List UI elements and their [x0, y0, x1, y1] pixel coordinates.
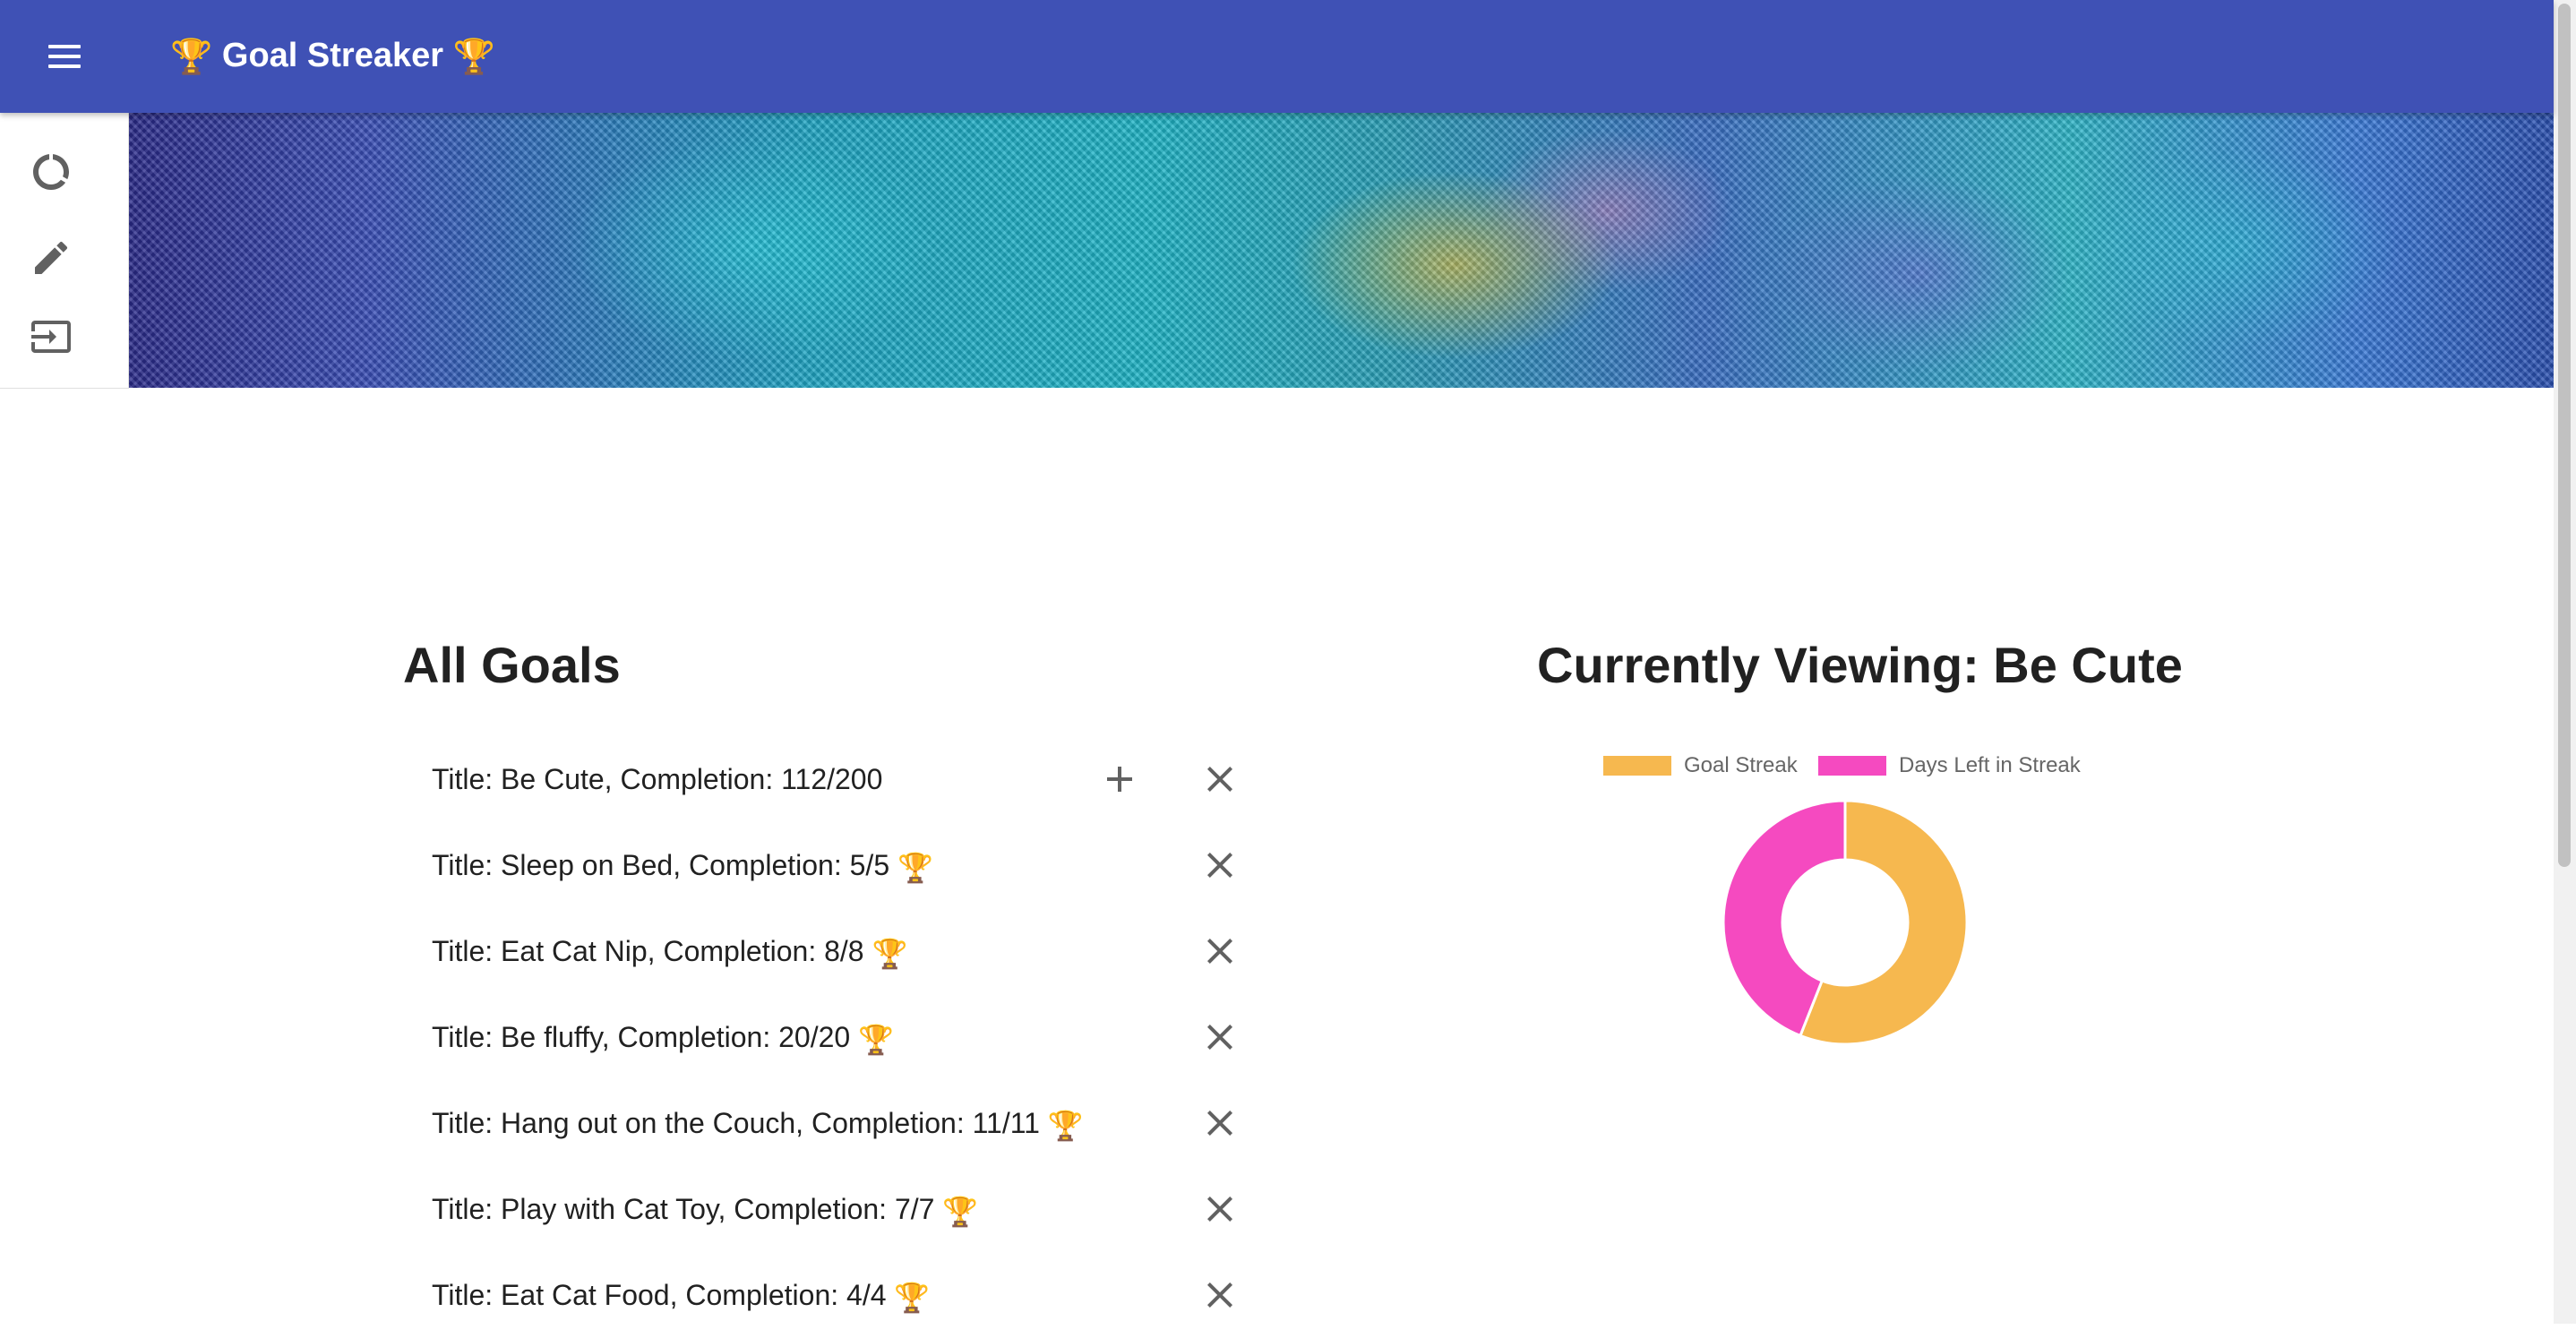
goal-row[interactable]: Title: Play with Cat Toy, Completion: 7/…: [399, 1166, 1259, 1252]
add-progress-button[interactable]: [1098, 758, 1141, 801]
app-title: 🏆 Goal Streaker 🏆: [170, 30, 495, 81]
trophy-icon: 🏆: [872, 937, 908, 970]
currently-viewing-heading: Currently Viewing: Be Cute: [1537, 637, 2183, 693]
delete-goal-button[interactable]: [1198, 930, 1241, 973]
goal-row[interactable]: Title: Be Cute, Completion: 112/200: [399, 736, 1259, 822]
goal-label: Title: Eat Cat Nip, Completion: 8/8: [432, 935, 864, 967]
trophy-icon: 🏆: [897, 851, 933, 884]
goal-row[interactable]: Title: Eat Cat Nip, Completion: 8/8 🏆: [399, 908, 1259, 994]
sidebar: [0, 113, 129, 389]
goal-label: Title: Hang out on the Couch, Completion…: [432, 1107, 1040, 1139]
trophy-icon: 🏆: [942, 1195, 979, 1228]
goal-row[interactable]: Title: Sleep on Bed, Completion: 5/5 🏆: [399, 822, 1259, 908]
goal-text: Title: Sleep on Bed, Completion: 5/5 🏆: [432, 847, 933, 884]
trophy-icon: 🏆: [170, 38, 213, 76]
progress-circle-icon[interactable]: [30, 150, 73, 193]
goal-text: Title: Eat Cat Food, Completion: 4/4 🏆: [432, 1277, 931, 1314]
goal-row[interactable]: Title: Eat Cat Food, Completion: 4/4 🏆: [399, 1252, 1259, 1338]
delete-goal-button[interactable]: [1198, 1188, 1241, 1231]
trophy-icon: 🏆: [1047, 1109, 1084, 1142]
legend-swatch: [1818, 756, 1886, 776]
scrollbar-thumb[interactable]: [2558, 4, 2571, 867]
goal-label: Title: Sleep on Bed, Completion: 5/5: [432, 849, 890, 881]
trophy-icon: 🏆: [858, 1023, 894, 1056]
app-title-text: Goal Streaker: [221, 37, 444, 74]
legend-label: Goal Streak: [1684, 753, 1798, 777]
goal-label: Title: Eat Cat Food, Completion: 4/4: [432, 1279, 887, 1311]
logout-icon[interactable]: [30, 315, 73, 358]
delete-goal-button[interactable]: [1198, 1102, 1241, 1145]
legend-label: Days Left in Streak: [1899, 753, 2081, 777]
delete-goal-button[interactable]: [1198, 1016, 1241, 1059]
goal-text: Title: Play with Cat Toy, Completion: 7/…: [432, 1191, 979, 1228]
app-bar: 🏆 Goal Streaker 🏆: [0, 0, 2554, 113]
delete-goal-button[interactable]: [1198, 758, 1241, 801]
menu-icon: [48, 45, 81, 48]
goal-label: Title: Be Cute, Completion: 112/200: [432, 763, 883, 795]
goal-text: Title: Be Cute, Completion: 112/200: [432, 761, 882, 797]
legend-swatch: [1603, 756, 1671, 776]
trophy-icon: 🏆: [452, 38, 495, 76]
doughnut-chart: [1722, 799, 1969, 1046]
pencil-icon[interactable]: [30, 236, 73, 279]
goal-text: Title: Be fluffy, Completion: 20/20 🏆: [432, 1019, 894, 1056]
all-goals-heading: All Goals: [403, 637, 621, 693]
goal-text: Title: Eat Cat Nip, Completion: 8/8 🏆: [432, 933, 908, 970]
delete-goal-button[interactable]: [1198, 1274, 1241, 1317]
goal-row[interactable]: Title: Hang out on the Couch, Completion…: [399, 1080, 1259, 1166]
banner-image: [129, 113, 2554, 388]
goal-text: Title: Hang out on the Couch, Completion…: [432, 1105, 1084, 1142]
goal-row[interactable]: Title: Be fluffy, Completion: 20/20 🏆: [399, 994, 1259, 1080]
delete-goal-button[interactable]: [1198, 844, 1241, 887]
goal-label: Title: Be fluffy, Completion: 20/20: [432, 1021, 851, 1053]
menu-button[interactable]: [32, 30, 97, 83]
goal-label: Title: Play with Cat Toy, Completion: 7/…: [432, 1193, 935, 1225]
trophy-icon: 🏆: [894, 1281, 931, 1314]
